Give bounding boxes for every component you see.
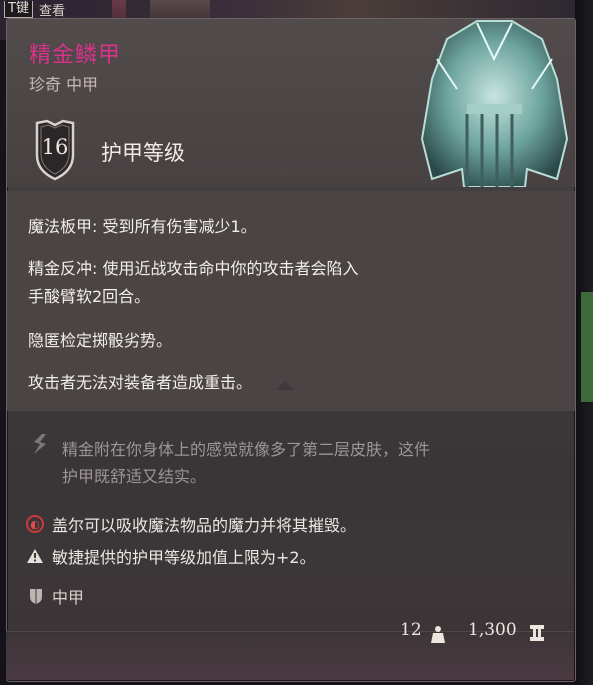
dex-cap-text: 敏捷提供的护甲等级加值上限为+2。 [52,548,316,567]
consume-icon: ◐ [26,515,44,533]
price-value: 1,300 [468,620,517,640]
property-text: 使用近战攻击命中你的攻击者会陷入 [102,259,359,278]
armor-class-label: 护甲等级 [101,141,185,165]
key-badge: T键 [4,0,33,18]
flavor-line: 精金附在你身体上的感觉就像多了第二层皮肤，这件 [62,440,431,459]
backdrop-bar [581,292,593,402]
property-label: 精金反冲: [28,259,98,278]
armor-class-value: 16 [41,135,69,159]
dex-cap-note: 敏捷提供的护甲等级加值上限为+2。 [26,544,316,568]
property-adamantine-recoil: 精金反冲: 使用近战攻击命中你的攻击者会陷入 [28,256,359,282]
property-stealth-disadvantage: 隐匿检定掷骰劣势。 [28,331,173,350]
item-weight: 12 [400,620,422,640]
item-rarity-type: 珍奇 中甲 [29,75,99,94]
weight-value: 12 [400,620,422,640]
consume-text: 盖尔可以吸收魔法物品的魔力并将其摧毁。 [52,516,357,535]
key-hint: T键 查看 [4,0,65,19]
gold-icon [530,625,544,641]
property-label: 魔法板甲: [28,217,98,236]
property-adamantine-recoil-cont: 手酸臂软2回合。 [28,287,151,306]
property-magic-plate: 魔法板甲: 受到所有伤害减少1。 [28,214,257,240]
property-crit-immunity: 攻击者无法对装备者造成重击。 [28,373,253,392]
item-flavor-text: 精金附在你身体上的感觉就像多了第二层皮肤，这件 护甲既舒适又结实。 [62,436,542,490]
warning-icon [27,549,43,563]
section-notch [276,381,294,390]
property-text: 受到所有伤害减少1。 [102,217,257,236]
medium-armor-icon [30,589,42,604]
section-notch [276,168,294,177]
weight-icon [431,626,445,643]
armor-type-text: 中甲 [52,588,85,607]
armor-image [420,20,569,187]
flavor-quote-icon [34,434,46,454]
key-action-label: 查看 [38,3,65,19]
item-name: 精金鳞甲 [29,43,122,68]
consume-note: ◐ 盖尔可以吸收魔法物品的魔力并将其摧毁。 [26,512,356,536]
item-price: 1,300 [468,620,517,640]
flavor-line: 护甲既舒适又结实。 [62,467,207,486]
armor-type-note: 中甲 [28,584,84,608]
